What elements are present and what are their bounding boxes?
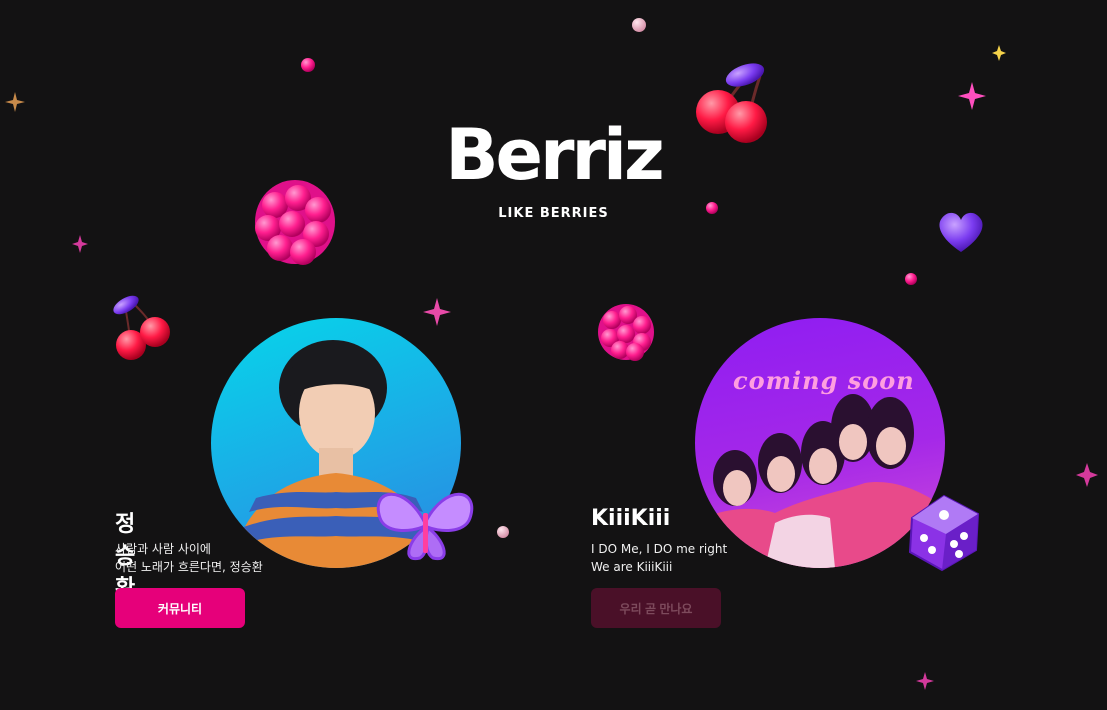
bead-icon	[301, 58, 315, 72]
sparkle-icon	[72, 235, 88, 253]
bead-icon	[905, 273, 917, 285]
sparkle-icon	[5, 92, 25, 112]
brand-tagline: LIKE BERRIES	[498, 206, 609, 221]
butterfly-icon	[376, 492, 474, 561]
artist-name: KiiiKiii	[591, 506, 671, 531]
dice-icon	[908, 494, 980, 572]
sparkle-icon	[1076, 463, 1098, 487]
sparkle-icon	[423, 298, 451, 326]
raspberry-icon	[598, 304, 654, 361]
bead-icon	[497, 526, 509, 538]
coming-soon-button[interactable]: 우리 곧 만나요	[591, 588, 721, 628]
sparkle-icon	[958, 82, 986, 110]
artist-description: I DO Me, I DO me right We are KiiiKiii	[591, 542, 728, 574]
community-button[interactable]: 커뮤니티	[115, 588, 245, 628]
raspberry-icon	[255, 180, 335, 265]
sparkle-icon	[992, 45, 1006, 61]
bead-icon	[632, 18, 646, 32]
sparkle-icon	[916, 672, 934, 690]
brand-logo[interactable]: Berriz	[0, 120, 1107, 190]
artist-description: 사람과 사람 사이에 어떤 노래가 흐른다면, 정승환	[115, 542, 263, 574]
cherry-icon	[113, 295, 170, 360]
